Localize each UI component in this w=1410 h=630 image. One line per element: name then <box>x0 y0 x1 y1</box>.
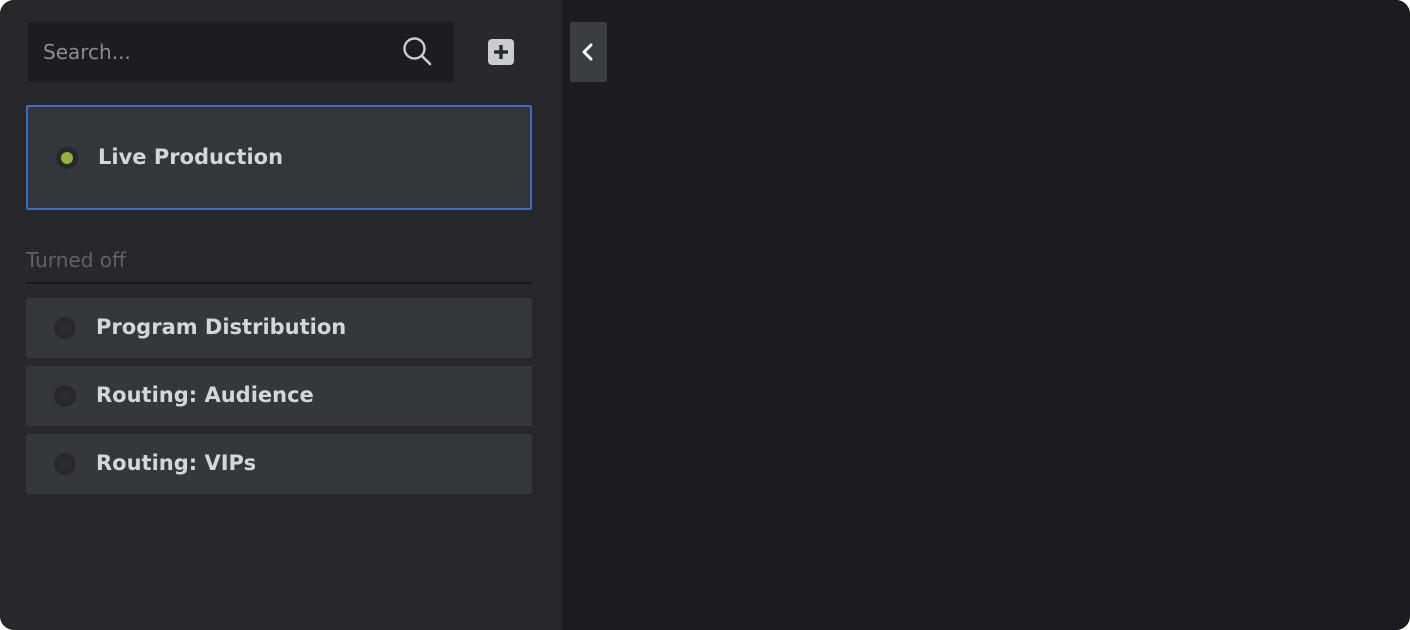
status-dot <box>59 322 71 334</box>
status-indicator-off <box>54 317 76 339</box>
status-indicator-on <box>56 147 78 169</box>
section-divider <box>26 282 532 284</box>
chevron-left-icon <box>582 43 593 61</box>
search-box[interactable] <box>28 22 454 82</box>
add-button[interactable] <box>488 39 514 65</box>
sidebar: Live Production Turned off Program Distr… <box>0 0 562 630</box>
list-item-routing-vips[interactable]: Routing: VIPs <box>26 434 532 494</box>
list-item-label: Live Production <box>98 145 284 169</box>
section-title-turned-off: Turned off <box>26 248 126 272</box>
status-indicator-off <box>54 453 76 475</box>
list-item-live-production[interactable]: Live Production <box>26 105 532 210</box>
list-item-label: Routing: Audience <box>96 383 314 407</box>
status-dot <box>59 390 71 402</box>
collapse-sidebar-button[interactable] <box>570 22 607 82</box>
status-dot <box>61 152 73 164</box>
list-item-routing-audience[interactable]: Routing: Audience <box>26 366 532 426</box>
search-input[interactable] <box>28 22 388 82</box>
main-panel <box>562 0 1410 630</box>
list-item-program-distribution[interactable]: Program Distribution <box>26 298 532 358</box>
app-window: Live Production Turned off Program Distr… <box>0 0 1410 630</box>
list-item-label: Program Distribution <box>96 315 347 339</box>
list-item-label: Routing: VIPs <box>96 451 257 475</box>
search-icon[interactable] <box>402 36 432 66</box>
plus-square-icon <box>494 45 508 59</box>
status-indicator-off <box>54 385 76 407</box>
status-dot <box>59 458 71 470</box>
